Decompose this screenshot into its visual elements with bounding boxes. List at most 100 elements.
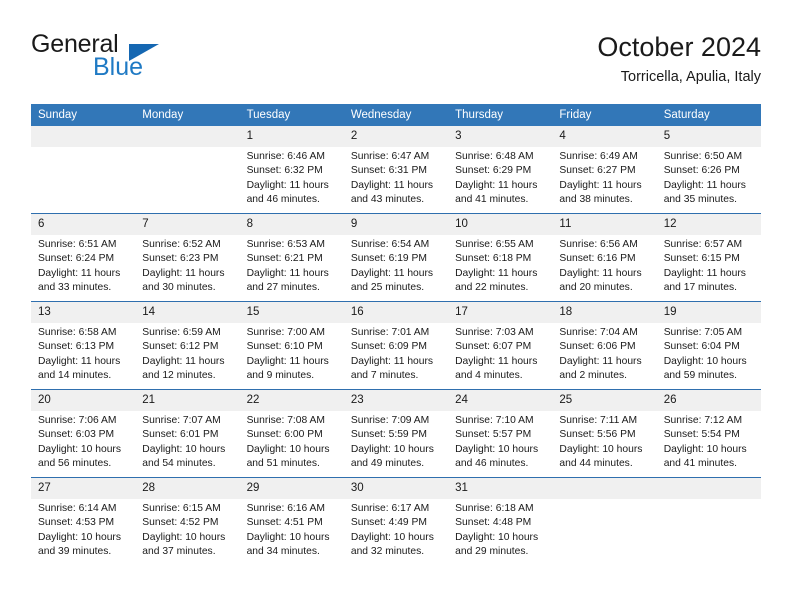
calendar-day-cell[interactable]: 23 Sunrise: 7:09 AM Sunset: 5:59 PM Dayligh… [343, 389, 449, 478]
day-details: Sunrise: 6:48 AM Sunset: 6:29 PM Daylight:… [448, 147, 552, 207]
calendar-day-cell[interactable]: 4 Sunrise: 6:49 AM Sunset: 6:27 PM Daylight… [552, 126, 657, 214]
calendar-day-cell[interactable]: 28 Sunrise: 6:15 AM Sunset: 4:52 PM Dayligh… [135, 477, 240, 565]
sunrise-time: Sunrise: 6:57 AM [663, 239, 743, 250]
daylight-duration-line2: and 2 minutes. [559, 369, 627, 381]
day-details: Sunrise: 7:00 AM Sunset: 6:10 PM Daylight:… [240, 323, 344, 383]
daylight-duration-line1: Daylight: 11 hours [455, 267, 538, 279]
day-number: 26 [656, 390, 761, 411]
daylight-duration-line1: Daylight: 10 hours [142, 531, 226, 543]
sunrise-time: Sunrise: 6:50 AM [663, 151, 743, 162]
calendar-day-cell[interactable]: 18 Sunrise: 7:04 AM Sunset: 6:06 PM Dayligh… [552, 301, 657, 390]
calendar-day-cell[interactable]: 1 Sunrise: 6:46 AM Sunset: 6:32 PM Daylight… [239, 126, 344, 214]
generalblue-logo[interactable]: General Blue [31, 30, 271, 90]
calendar-day-cell[interactable]: 11 Sunrise: 6:56 AM Sunset: 6:16 PM Dayligh… [552, 213, 657, 302]
daylight-duration-line1: Daylight: 10 hours [38, 531, 121, 543]
calendar-day-cell[interactable]: 9 Sunrise: 6:54 AM Sunset: 6:19 PM Daylight… [343, 213, 449, 302]
sunset-time: Sunset: 6:21 PM [246, 253, 323, 265]
calendar-day-cell[interactable]: 8 Sunrise: 6:53 AM Sunset: 6:21 PM Daylight… [239, 213, 344, 302]
daylight-duration-line1: Daylight: 10 hours [663, 443, 747, 455]
day-details: Sunrise: 6:59 AM Sunset: 6:12 PM Daylight:… [135, 323, 239, 383]
page-title: October 2024 [597, 32, 761, 62]
daylight-duration-line1: Daylight: 11 hours [142, 355, 225, 367]
calendar-day-cell[interactable]: 7 Sunrise: 6:52 AM Sunset: 6:23 PM Daylight… [135, 213, 240, 302]
calendar-day-cell[interactable]: 2 Sunrise: 6:47 AM Sunset: 6:31 PM Daylight… [343, 126, 449, 214]
calendar-day-cell[interactable]: 10 Sunrise: 6:55 AM Sunset: 6:18 PM Dayligh… [448, 213, 553, 302]
calendar-day-cell[interactable]: 29 Sunrise: 6:16 AM Sunset: 4:51 PM Dayligh… [239, 477, 344, 565]
calendar-day-cell[interactable]: 15 Sunrise: 7:00 AM Sunset: 6:10 PM Dayligh… [239, 301, 344, 390]
calendar-day-cell[interactable]: 19 Sunrise: 7:05 AM Sunset: 6:04 PM Dayligh… [656, 301, 761, 390]
day-number: 20 [31, 390, 136, 411]
daylight-duration-line2: and 22 minutes. [455, 281, 529, 293]
daylight-duration-line2: and 32 minutes. [350, 545, 425, 557]
daylight-duration-line2: and 9 minutes. [246, 369, 315, 381]
sunset-time: Sunset: 4:51 PM [246, 517, 323, 529]
daylight-duration-line2: and 33 minutes. [38, 281, 112, 293]
day-number [656, 478, 761, 499]
calendar-cell-empty [31, 126, 136, 214]
calendar-day-cell[interactable]: 22 Sunrise: 7:08 AM Sunset: 6:00 PM Dayligh… [239, 389, 344, 478]
sunrise-time: Sunrise: 7:05 AM [663, 327, 743, 338]
day-number: 2 [343, 126, 449, 147]
daylight-duration-line1: Daylight: 10 hours [455, 531, 539, 543]
daylight-duration-line1: Daylight: 10 hours [142, 443, 226, 455]
title-block: October 2024 Torricella, Apulia, Italy [597, 30, 761, 88]
sunset-time: Sunset: 4:49 PM [350, 517, 427, 529]
calendar-day-cell[interactable]: 13 Sunrise: 6:58 AM Sunset: 6:13 PM Dayligh… [31, 301, 136, 390]
weekday-header-thursday: Thursday [448, 104, 553, 126]
logo-text-blue: Blue [93, 53, 144, 81]
day-details: Sunrise: 6:14 AM Sunset: 4:53 PM Daylight:… [31, 499, 135, 559]
day-details: Sunrise: 6:16 AM Sunset: 4:51 PM Daylight:… [240, 499, 344, 559]
daylight-duration-line2: and 7 minutes. [350, 369, 419, 381]
calendar-day-cell[interactable]: 14 Sunrise: 6:59 AM Sunset: 6:12 PM Dayligh… [135, 301, 240, 390]
calendar-day-cell[interactable]: 24 Sunrise: 7:10 AM Sunset: 5:57 PM Dayligh… [448, 389, 553, 478]
calendar-day-cell[interactable]: 26 Sunrise: 7:12 AM Sunset: 5:54 PM Dayligh… [656, 389, 761, 478]
daylight-duration-line1: Daylight: 10 hours [38, 443, 121, 455]
daylight-duration-line2: and 46 minutes. [455, 457, 529, 469]
sunrise-time: Sunrise: 6:54 AM [350, 239, 430, 250]
weekday-header-saturday: Saturday [656, 104, 761, 126]
calendar-day-cell[interactable]: 12 Sunrise: 6:57 AM Sunset: 6:15 PM Dayligh… [656, 213, 761, 302]
calendar-day-cell[interactable]: 5 Sunrise: 6:50 AM Sunset: 6:26 PM Daylight… [656, 126, 761, 214]
daylight-duration-line2: and 41 minutes. [455, 193, 529, 205]
calendar-day-cell[interactable]: 30 Sunrise: 6:17 AM Sunset: 4:49 PM Dayligh… [343, 477, 449, 565]
daylight-duration-line2: and 20 minutes. [559, 281, 633, 293]
sunset-time: Sunset: 6:06 PM [559, 341, 636, 353]
calendar-table: Sunday Monday Tuesday Wednesday Thursday… [31, 104, 761, 565]
sunset-time: Sunset: 6:12 PM [142, 341, 219, 353]
day-details: Sunrise: 6:17 AM Sunset: 4:49 PM Daylight:… [344, 499, 448, 559]
sunset-time: Sunset: 6:10 PM [246, 341, 323, 353]
calendar-day-cell[interactable]: 17 Sunrise: 7:03 AM Sunset: 6:07 PM Dayligh… [448, 301, 553, 390]
sunset-time: Sunset: 6:01 PM [142, 429, 219, 441]
calendar-day-cell[interactable]: 25 Sunrise: 7:11 AM Sunset: 5:56 PM Dayligh… [552, 389, 657, 478]
calendar-day-cell[interactable]: 27 Sunrise: 6:14 AM Sunset: 4:53 PM Dayligh… [31, 477, 136, 565]
day-details: Sunrise: 7:01 AM Sunset: 6:09 PM Daylight:… [344, 323, 448, 383]
calendar-day-cell[interactable]: 20 Sunrise: 7:06 AM Sunset: 6:03 PM Dayligh… [31, 389, 136, 478]
calendar-day-cell[interactable]: 31 Sunrise: 6:18 AM Sunset: 4:48 PM Dayligh… [448, 477, 553, 565]
day-details: Sunrise: 7:03 AM Sunset: 6:07 PM Daylight:… [448, 323, 552, 383]
day-number: 13 [31, 302, 136, 323]
sunset-time: Sunset: 4:53 PM [38, 517, 115, 529]
day-number: 22 [239, 390, 344, 411]
calendar-day-cell[interactable]: 16 Sunrise: 7:01 AM Sunset: 6:09 PM Dayligh… [343, 301, 449, 390]
daylight-duration-line2: and 39 minutes. [38, 545, 112, 557]
sunset-time: Sunset: 6:16 PM [559, 253, 636, 265]
daylight-duration-line1: Daylight: 11 hours [559, 355, 642, 367]
daylight-duration-line1: Daylight: 11 hours [246, 267, 329, 279]
daylight-duration-line2: and 51 minutes. [246, 457, 320, 469]
page-subtitle-location: Torricella, Apulia, Italy [620, 69, 761, 85]
day-details: Sunrise: 7:11 AM Sunset: 5:56 PM Daylight:… [552, 411, 656, 471]
sunrise-time: Sunrise: 6:58 AM [38, 327, 117, 338]
day-number: 3 [448, 126, 553, 147]
daylight-duration-line2: and 41 minutes. [663, 457, 737, 469]
daylight-duration-line1: Daylight: 11 hours [350, 355, 434, 367]
calendar-day-cell[interactable]: 6 Sunrise: 6:51 AM Sunset: 6:24 PM Daylight… [31, 213, 136, 302]
calendar-day-cell[interactable]: 21 Sunrise: 7:07 AM Sunset: 6:01 PM Dayligh… [135, 389, 240, 478]
sunrise-time: Sunrise: 7:08 AM [246, 415, 325, 426]
day-details: Sunrise: 6:47 AM Sunset: 6:31 PM Daylight:… [344, 147, 448, 207]
day-number: 12 [656, 214, 761, 235]
weekday-header-friday: Friday [552, 104, 657, 126]
sunrise-time: Sunrise: 7:09 AM [350, 415, 430, 426]
calendar-cell-empty [552, 477, 657, 565]
page-header: General Blue October 2024 Torricella, Ap… [31, 30, 761, 96]
calendar-day-cell[interactable]: 3 Sunrise: 6:48 AM Sunset: 6:29 PM Daylight… [448, 126, 553, 214]
